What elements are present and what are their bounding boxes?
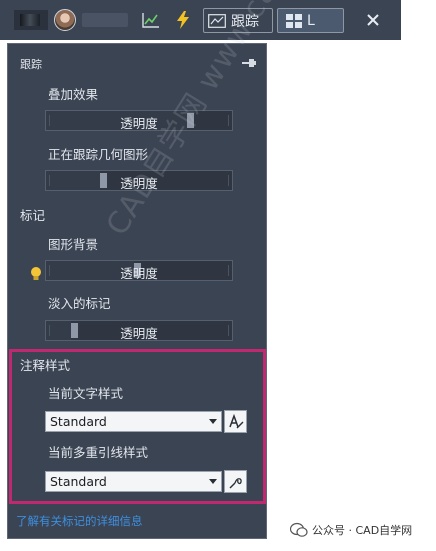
- pin-icon[interactable]: [242, 58, 256, 68]
- slider-text: 透明度: [120, 326, 158, 341]
- shape-background-label: 图形背景: [48, 237, 99, 252]
- faded-markup-label: 淡入的标记: [48, 296, 111, 311]
- lightbulb-icon: [31, 267, 41, 280]
- panel-title: 跟踪: [20, 58, 42, 71]
- chevron-down-icon: [209, 479, 217, 484]
- mleader-style-dropdown[interactable]: Standard: [45, 471, 222, 492]
- top-toolbar: 跟踪 L: [0, 0, 401, 40]
- text-style-edit-button[interactable]: [224, 410, 247, 433]
- drawing-thumbnail[interactable]: [14, 10, 48, 30]
- learn-more-link[interactable]: 了解有关标记的详细信息: [16, 513, 143, 529]
- tracking-geometry-label: 正在跟踪几何图形: [48, 147, 149, 162]
- track-button-label: 跟踪: [231, 13, 259, 30]
- overlay-effect-slider[interactable]: 透明度: [45, 110, 233, 131]
- slider-text: 透明度: [120, 116, 158, 131]
- overlay-effect-label: 叠加效果: [48, 87, 99, 102]
- layout-grid-button[interactable]: L: [277, 8, 344, 33]
- track-settings-panel: 跟踪 叠加效果 透明度 正在跟踪几何图形 透明度 标记 图形背景 透明度 淡入的…: [7, 0, 367, 539]
- text-style-value: Standard: [50, 414, 107, 429]
- wechat-watermark: 公众号 · CAD自学网: [290, 522, 412, 538]
- markup-section-label: 标记: [20, 208, 46, 223]
- faded-markup-slider[interactable]: 透明度: [45, 320, 233, 341]
- close-icon[interactable]: [362, 9, 384, 31]
- tracking-geometry-slider[interactable]: 透明度: [45, 170, 233, 191]
- grid-layout-icon: [286, 13, 302, 28]
- shape-background-slider[interactable]: 透明度: [45, 260, 233, 281]
- wechat-icon: [290, 522, 308, 537]
- chevron-down-icon: [209, 419, 217, 424]
- text-style-dropdown[interactable]: Standard: [45, 411, 222, 432]
- track-icon: [208, 13, 226, 28]
- annotation-style-section-label: 注释样式: [20, 358, 71, 373]
- activity-chart-icon[interactable]: [140, 9, 162, 31]
- user-name-blurred: [82, 13, 128, 27]
- multileader-icon: [229, 477, 242, 488]
- current-mleader-style-label: 当前多重引线样式: [48, 445, 149, 460]
- mleader-style-value: Standard: [50, 474, 107, 489]
- slider-text: 透明度: [120, 176, 158, 191]
- wechat-watermark-text: 公众号 · CAD自学网: [312, 524, 413, 537]
- current-text-style-label: 当前文字样式: [48, 386, 124, 401]
- layout-grid-button-label: L: [307, 12, 315, 29]
- avatar[interactable]: [54, 9, 76, 31]
- slider-text: 透明度: [120, 266, 158, 281]
- mleader-style-edit-button[interactable]: [224, 470, 247, 493]
- text-style-icon: [228, 413, 243, 428]
- track-button[interactable]: 跟踪: [203, 8, 273, 33]
- lightning-icon[interactable]: [172, 9, 194, 31]
